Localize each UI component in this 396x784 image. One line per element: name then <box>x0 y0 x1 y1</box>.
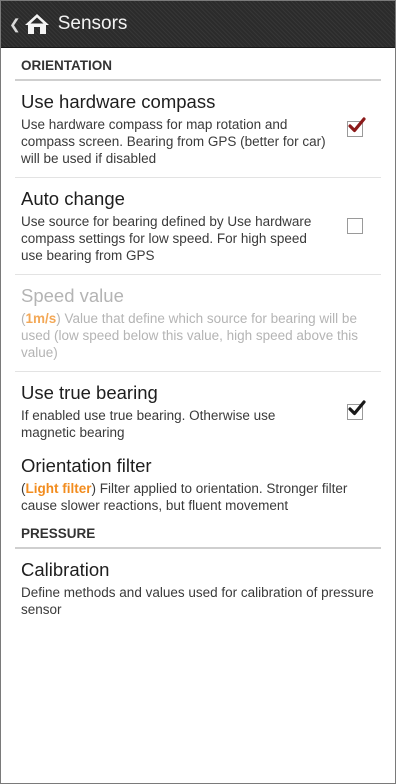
pref-summary: (Light filter) Filter applied to orienta… <box>21 481 348 513</box>
pref-title: Use true bearing <box>21 382 158 403</box>
pref-value: 1m/s <box>25 311 57 326</box>
pref-use-hardware-compass[interactable]: Use hardware compass Use hardware compas… <box>15 81 381 178</box>
pref-title: Speed value <box>21 285 124 306</box>
true-bearing-checkbox[interactable] <box>347 399 366 420</box>
hardware-compass-checkbox[interactable] <box>347 117 366 137</box>
auto-change-checkbox[interactable] <box>347 218 363 234</box>
screen: ❮ Sensors ORIENTATION Use hardware compa… <box>0 0 396 784</box>
chevron-left-icon[interactable]: ❮ <box>9 16 21 33</box>
section-header-orientation: ORIENTATION <box>15 48 381 81</box>
pref-summary: Define methods and values used for calib… <box>21 585 374 617</box>
pref-summary: Use hardware compass for map rotation an… <box>21 117 326 166</box>
pref-use-true-bearing[interactable]: Use true bearing If enabled use true bea… <box>15 372 381 451</box>
pref-value: Light filter <box>25 481 92 496</box>
pref-summary: If enabled use true bearing. Otherwise u… <box>21 408 276 440</box>
action-bar[interactable]: ❮ Sensors <box>1 1 395 48</box>
pref-title: Orientation filter <box>21 455 152 476</box>
page-title: Sensors <box>57 13 128 34</box>
home-icon[interactable] <box>24 12 50 36</box>
pref-speed-value: Speed value (1m/s) Value that define whi… <box>15 275 381 372</box>
pref-auto-change[interactable]: Auto change Use source for bearing defin… <box>15 178 381 275</box>
checkmark-icon <box>348 399 366 415</box>
section-header-pressure: PRESSURE <box>15 518 381 549</box>
pref-orientation-filter[interactable]: Orientation filter (Light filter) Filter… <box>15 451 381 518</box>
pref-summary: (1m/s) Value that define which source fo… <box>21 311 358 360</box>
pref-summary: Use source for bearing defined by Use ha… <box>21 214 312 263</box>
checkmark-icon <box>348 117 366 133</box>
pref-title: Auto change <box>21 188 125 209</box>
pref-calibration[interactable]: Calibration Define methods and values us… <box>15 549 381 628</box>
pref-title: Use hardware compass <box>21 91 216 112</box>
pref-title: Calibration <box>21 559 110 580</box>
